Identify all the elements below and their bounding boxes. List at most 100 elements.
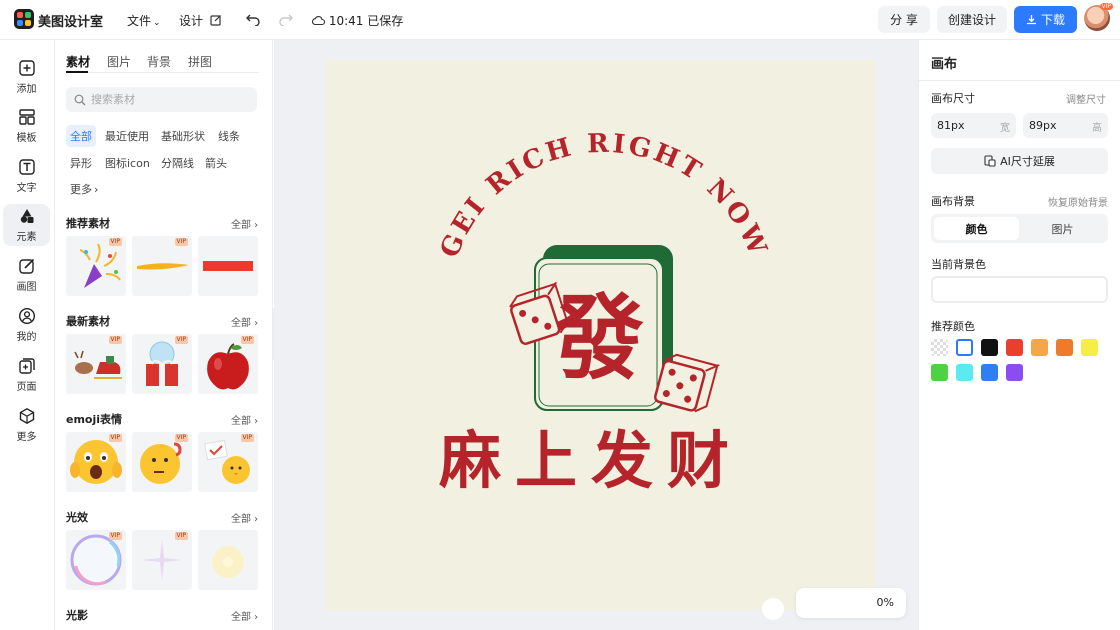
swatch-green[interactable] [931,364,948,381]
thumb-reindeer-sleigh[interactable]: VIP [66,334,126,394]
swatch-purple[interactable] [1006,364,1023,381]
swatch-light-orange[interactable] [1031,339,1048,356]
share-button[interactable]: 分 享 [878,6,930,33]
ai-size-extend-label: AI尺寸延展 [1000,155,1055,168]
nav-label: 文字 [16,183,37,194]
section-title: 最新素材 [66,315,110,328]
top-bar: 美图设计室 文件 ⌄ 设计 10:41 已保存 分 享 创建设计 下载 VIP [0,0,1120,40]
nav-label: 添加 [16,84,37,95]
draw-icon [18,258,34,274]
vip-badge: VIP [174,434,188,442]
nav-item-mine[interactable]: 我的 [3,304,50,346]
search-box[interactable] [66,87,257,112]
create-design-button[interactable]: 创建设计 [937,6,1007,33]
thumb-chick-emoji[interactable]: VIP [198,432,258,492]
redo-icon[interactable] [279,12,293,26]
width-field[interactable]: 81px 宽 [931,113,1016,138]
ai-resize-icon [984,155,996,167]
swatch-cyan[interactable] [956,364,973,381]
swatch-red[interactable] [1006,339,1023,356]
download-button[interactable]: 下载 [1014,6,1077,33]
chip-more[interactable]: 更多 › [66,178,102,200]
thumb-glow[interactable] [198,530,258,590]
swatch-blue[interactable] [981,364,998,381]
thumb-shocked-emoji[interactable]: VIP [66,432,126,492]
thumb-bubble[interactable]: VIP [66,530,126,590]
red-bar-shape [203,261,253,271]
zoom-level: 0% [876,596,894,609]
nav-item-text[interactable]: 文字 [3,155,50,197]
tab-materials[interactable]: 素材 [66,53,90,70]
thumb-sparkle[interactable]: VIP [132,530,192,590]
search-input[interactable] [91,93,241,106]
swatch-black[interactable] [981,339,998,356]
material-panel: 素材 图片 背景 拼图 全部 最近使用 基础形状 线条 异形 图标icon 分隔… [55,40,273,630]
vip-badge: VIP [108,532,122,540]
chip-recent[interactable]: 最近使用 [101,125,153,147]
zoom-control[interactable]: 0% [796,588,906,618]
section-all-link[interactable]: 全部 › [231,412,258,427]
add-icon [18,60,35,76]
adjust-size-link[interactable]: 调整尺寸 [1066,91,1106,106]
chevron-right-icon: › [94,182,99,196]
chip-icons[interactable]: 图标icon [101,152,154,174]
nav-item-template[interactable]: 模板 [3,105,50,147]
file-menu[interactable]: 文件 ⌄ [127,12,161,29]
artboard[interactable]: GEI RICH RIGHT NOW 發 麻上发财 [325,60,875,610]
vip-badge: VIP [240,434,254,442]
tile-character: 發 [551,284,644,392]
thumb-red-bar[interactable] [198,236,258,296]
chip-lines[interactable]: 线条 [214,125,244,147]
section-all-link[interactable]: 全部 › [231,510,258,525]
poster-artwork: GEI RICH RIGHT NOW 發 麻上发财 [435,129,771,497]
design-menu[interactable]: 设计 [179,12,222,29]
current-bg-label: 当前背景色 [931,258,986,271]
swatch-yellow[interactable] [1081,339,1098,356]
undo-icon[interactable] [246,12,260,26]
height-field[interactable]: 89px 高 [1023,113,1108,138]
recommended-colors-label: 推荐颜色 [931,320,975,333]
thumb-red-apple[interactable]: VIP [198,334,258,394]
chip-all[interactable]: 全部 [66,125,96,147]
seg-image[interactable]: 图片 [1020,217,1105,240]
section-all-link[interactable]: 全部 › [231,608,258,623]
tab-images[interactable]: 图片 [107,53,131,70]
section-all-link[interactable]: 全部 › [231,314,258,329]
chip-dividers[interactable]: 分隔线 [157,152,198,174]
chip-arrows[interactable]: 箭头 [201,152,231,174]
panel-tabs: 素材 图片 背景 拼图 [66,53,259,73]
current-bg-color-field[interactable] [931,276,1108,303]
nav-item-page[interactable]: 页面 [3,354,50,396]
restore-bg-link[interactable]: 恢复原始背景 [1048,194,1108,209]
vip-badge: VIP [174,532,188,540]
avatar[interactable]: VIP [1084,3,1113,31]
swatch-transparent[interactable] [931,339,948,356]
save-status-text: 10:41 已保存 [328,14,404,28]
thumb-party-popper[interactable]: VIP [66,236,126,296]
tab-backgrounds[interactable]: 背景 [147,53,171,70]
seg-color[interactable]: 颜色 [934,217,1019,240]
nav-item-more[interactable]: 更多 [3,404,50,446]
height-unit: 高 [1092,123,1102,134]
tab-collage[interactable]: 拼图 [188,53,212,70]
nav-label: 画图 [16,282,37,293]
app-logo-icon[interactable] [14,9,34,29]
nav-label: 我的 [16,332,37,343]
chevron-down-icon: ⌄ [153,18,161,28]
chip-basic-shapes[interactable]: 基础形状 [157,125,209,147]
thumb-snow-globe-gift[interactable]: VIP [132,334,192,394]
nav-item-add[interactable]: 添加 [3,56,50,98]
thumb-thinking-emoji[interactable]: VIP [132,432,192,492]
nav-item-element[interactable]: 元素 [3,204,50,246]
chip-irregular[interactable]: 异形 [66,152,96,174]
nav-item-draw[interactable]: 画图 [3,254,50,296]
ai-size-extend-button[interactable]: AI尺寸延展 [931,148,1108,174]
cloud-saved-icon [312,16,326,26]
fit-screen-button[interactable] [762,598,784,620]
thumb-yellow-stroke[interactable]: VIP [132,236,192,296]
section-all-link[interactable]: 全部 › [231,216,258,231]
canvas-size-label: 画布尺寸 [931,92,975,105]
page-icon [18,358,35,374]
swatch-white[interactable] [956,339,973,356]
swatch-orange[interactable] [1056,339,1073,356]
